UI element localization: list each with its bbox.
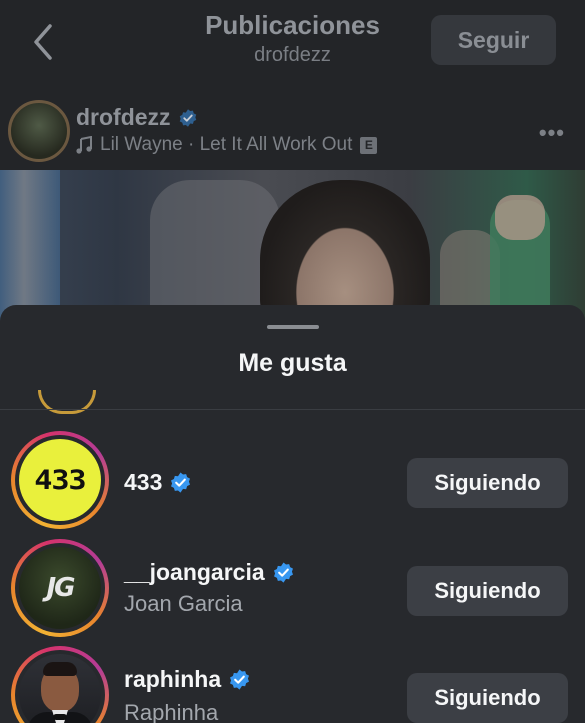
avatar[interactable]: 433 [19,439,101,521]
sheet-divider [0,409,585,410]
story-ring: JG [11,539,109,637]
username[interactable]: raphinha [124,666,221,693]
verified-badge-icon [179,108,196,127]
avatar[interactable] [19,654,101,723]
partially-hidden-avatar-ring [38,390,96,414]
top-bar: Publicaciones drofdezz Seguir [0,0,585,92]
verified-badge-icon [230,669,250,690]
list-item[interactable]: raphinha Raphinha Siguiendo [0,646,585,723]
following-button[interactable]: Siguiendo [407,458,568,508]
post-music-label: Lil Wayne · Let It All Work Out [100,134,353,155]
sheet-title: Me gusta [238,349,347,377]
story-ring: 433 [11,431,109,529]
follow-button[interactable]: Seguir [431,15,556,65]
sheet-grabber[interactable] [267,325,319,329]
post-screen-background: Publicaciones drofdezz Seguir drofdezz L… [0,0,585,330]
list-item[interactable]: JG __joangarcia Joan Garcia Siguiendo [0,539,585,647]
story-ring [11,646,109,723]
post-header: drofdezz Lil Wayne · Let It All Work Out… [0,92,585,170]
post-author-avatar[interactable] [8,100,70,162]
music-note-icon [76,136,92,154]
avatar[interactable]: JG [19,547,101,629]
verified-badge-icon [273,562,293,583]
full-name: Raphinha [124,700,219,723]
explicit-badge: E [360,136,378,154]
list-item[interactable]: 433 433 Siguiendo [0,431,585,539]
username[interactable]: __joangarcia [124,559,265,586]
post-author-username: drofdezz [76,104,171,130]
verified-badge-icon [171,472,191,493]
username[interactable]: 433 [124,469,162,496]
user-name-row: 433 [124,469,192,496]
user-name-row: __joangarcia [124,559,295,586]
following-button[interactable]: Siguiendo [407,566,568,616]
following-button[interactable]: Siguiendo [407,673,568,723]
likes-sheet: Me gusta 433 433 Siguiendo JG __joangarc… [0,305,585,723]
post-author-row[interactable]: drofdezz [76,104,198,131]
post-music-row[interactable]: Lil Wayne · Let It All Work Out E [76,134,378,156]
more-options-icon[interactable]: ••• [539,120,565,146]
user-name-row: raphinha [124,666,251,693]
full-name: Joan Garcia [124,591,243,616]
